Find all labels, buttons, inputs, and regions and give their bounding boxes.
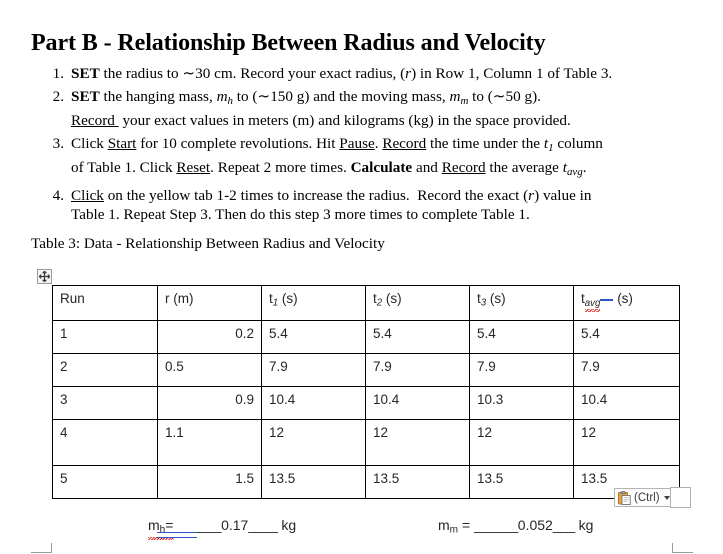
table-row[interactable]: 1 0.2 5.4 5.4 5.4 5.4: [52, 320, 680, 354]
cell-t2[interactable]: 7.9: [365, 353, 470, 387]
cell-run[interactable]: 3: [52, 386, 158, 420]
cell-tavg[interactable]: 7.9: [573, 353, 680, 387]
cell-t1[interactable]: 13.5: [261, 465, 366, 499]
table-caption: Table 3: Data - Relationship Between Rad…: [31, 235, 385, 252]
table-column-header: r (m): [157, 285, 262, 321]
cell-t1[interactable]: 7.9: [261, 353, 366, 387]
cell-radius[interactable]: 0.5: [157, 353, 262, 387]
cell-t1[interactable]: 12: [261, 419, 366, 466]
cell-radius[interactable]: 1.5: [157, 465, 262, 499]
cell-t1[interactable]: 5.4: [261, 320, 366, 354]
list-item-text: Click Start for 10 complete revolutions.…: [71, 134, 603, 154]
cell-t3[interactable]: 5.4: [469, 320, 574, 354]
table-column-header: t1 (s): [261, 285, 366, 321]
cell-t2[interactable]: 13.5: [365, 465, 470, 499]
cell-tavg[interactable]: 10.4: [573, 386, 680, 420]
hanging-mass-entry: mh= ______0.17____ kg: [148, 517, 297, 539]
data-table[interactable]: Run r (m) t1 (s) t2 (s) t3 (s) tavg (s) 1 0.2 5.…: [52, 285, 680, 499]
table-row[interactable]: 5 1.5 13.5 13.5 13.5 13.5: [52, 465, 680, 499]
cell-run[interactable]: 5: [52, 465, 158, 499]
table-column-header: t3 (s): [469, 285, 574, 321]
list-item-text: SET the radius to ∼30 cm. Record your ex…: [71, 65, 613, 82]
paste-options-adjacent-box: [670, 487, 691, 508]
instruction-list: 1. SET the radius to ∼30 cm. Record your…: [46, 64, 706, 228]
cell-run[interactable]: 2: [52, 353, 158, 387]
cell-radius[interactable]: 0.9: [157, 386, 262, 420]
list-item-text-line2: Record your exact values in meters (m) a…: [71, 112, 571, 130]
list-item-text: SET the hanging mass, mh to (∼150 g) and…: [71, 87, 541, 107]
cell-t2[interactable]: 10.4: [365, 386, 470, 420]
move-cross-icon: [39, 271, 50, 282]
cell-radius[interactable]: 1.1: [157, 419, 262, 466]
cell-t2[interactable]: 5.4: [365, 320, 470, 354]
paste-options-button[interactable]: (Ctrl): [614, 488, 675, 507]
moving-mass-entry: mm = ______0.052___ kg: [438, 517, 593, 536]
cell-t3[interactable]: 10.3: [469, 386, 574, 420]
hanging-mass-value[interactable]: 0.17: [221, 517, 248, 533]
cell-t2[interactable]: 12: [365, 419, 470, 466]
table-row[interactable]: 3 0.9 10.4 10.4 10.3 10.4: [52, 386, 680, 420]
hanging-mass-equals: =: [157, 517, 199, 538]
table-row[interactable]: 4 1.1 12 12 12 12: [52, 419, 680, 466]
page-margin-marker-bottom-right: [672, 543, 693, 553]
table-header-row: Run r (m) t1 (s) t2 (s) t3 (s) tavg (s): [52, 285, 680, 321]
cell-run[interactable]: 1: [52, 320, 158, 354]
list-item-number: 4.: [52, 186, 64, 204]
cell-t1[interactable]: 10.4: [261, 386, 366, 420]
cell-t3[interactable]: 12: [469, 419, 574, 466]
table-column-header: tavg (s): [573, 285, 680, 321]
list-item-number: 2.: [52, 87, 64, 105]
moving-mass-value[interactable]: 0.052: [518, 517, 553, 533]
list-item: 1. SET the radius to ∼30 cm. Record your…: [46, 64, 706, 84]
table-move-handle[interactable]: [37, 269, 52, 284]
list-item-text-line2: of Table 1. Click Reset. Repeat 2 more t…: [71, 159, 587, 179]
page-margin-marker-bottom-left: [31, 543, 52, 553]
list-item: 4. Click on the yellow tab 1-2 times to …: [46, 186, 706, 225]
table-column-header: t2 (s): [365, 285, 470, 321]
page-title: Part B - Relationship Between Radius and…: [31, 30, 546, 56]
list-item-text: Click on the yellow tab 1-2 times to inc…: [71, 186, 592, 204]
hanging-mass-unit: kg: [281, 517, 297, 533]
cell-tavg[interactable]: 5.4: [573, 320, 680, 354]
table-row[interactable]: 2 0.5 7.9 7.9 7.9 7.9: [52, 353, 680, 387]
cell-run[interactable]: 4: [52, 419, 158, 466]
cell-t3[interactable]: 7.9: [469, 353, 574, 387]
moving-mass-equals: =: [461, 517, 471, 533]
blank-before: ______: [474, 517, 518, 533]
blank-after: ___: [552, 517, 575, 533]
cell-radius[interactable]: 0.2: [157, 320, 262, 354]
cell-t3[interactable]: 13.5: [469, 465, 574, 499]
table-column-header: Run: [52, 285, 158, 321]
blank-after: ____: [248, 517, 278, 533]
chevron-down-icon[interactable]: [663, 495, 670, 500]
list-item: 3. Click Start for 10 complete revolutio…: [46, 134, 706, 183]
moving-mass-unit: kg: [578, 517, 594, 533]
list-item: 2. SET the hanging mass, mh to (∼150 g) …: [46, 87, 706, 131]
list-item-number: 1.: [52, 65, 64, 82]
list-item-text-line2: Table 1. Repeat Step 3. Then do this ste…: [71, 206, 530, 224]
cell-tavg[interactable]: 12: [573, 419, 680, 466]
paste-options-label: (Ctrl): [634, 491, 660, 504]
clipboard-paste-icon: [618, 490, 631, 505]
moving-mass-symbol: mm: [438, 517, 459, 536]
list-item-number: 3.: [52, 134, 64, 152]
blank-before: ______: [177, 517, 222, 533]
